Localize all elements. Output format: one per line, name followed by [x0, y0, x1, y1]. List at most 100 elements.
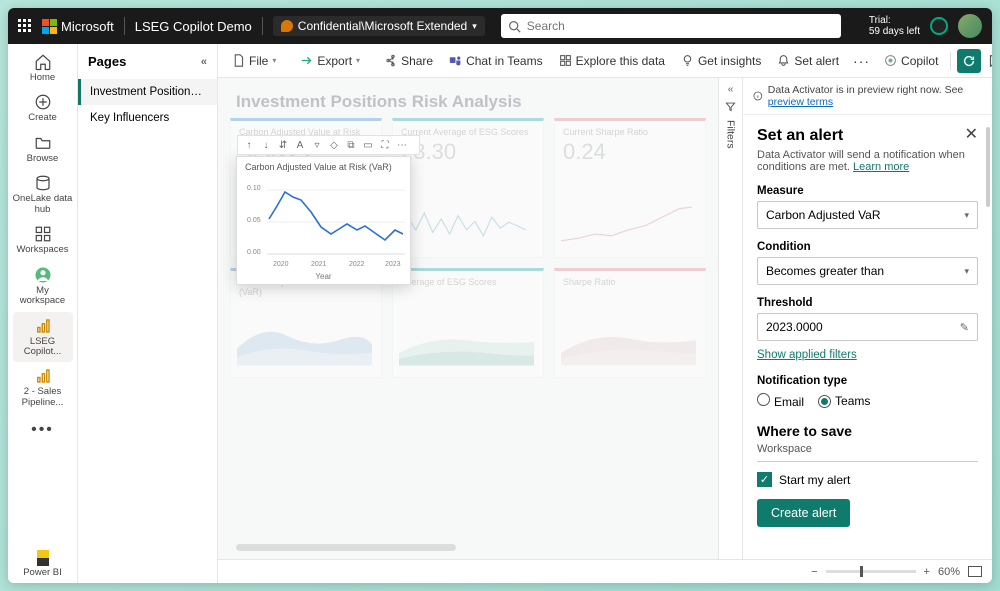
drill-up-icon[interactable]: ↑: [241, 137, 257, 153]
focused-visual[interactable]: ↑ ↓ ⇵ А ▿ ◇ ⧉ ▭ ⛶ ⋯ Carbon Adjusted Valu…: [236, 156, 411, 285]
zoom-out-button[interactable]: −: [811, 566, 817, 578]
rail-workspaces[interactable]: Workspaces: [13, 220, 73, 260]
divider: [262, 17, 263, 35]
rail-home[interactable]: Home: [13, 48, 73, 88]
app-launcher-icon[interactable]: [18, 19, 32, 33]
chat-teams-button[interactable]: Chat in Teams: [443, 50, 548, 72]
chevron-down-icon: ▾: [964, 210, 969, 221]
chart-xlabel: Year: [237, 272, 410, 284]
hierarchy-icon[interactable]: А: [292, 137, 308, 153]
filter-icon[interactable]: ▿: [309, 137, 325, 153]
refresh-button[interactable]: [957, 49, 981, 73]
insights-button[interactable]: Get insights: [675, 50, 767, 72]
page-item-investment-risk[interactable]: Investment Positions Ri...: [78, 79, 217, 105]
start-alert-checkbox[interactable]: ✓: [757, 472, 772, 487]
learn-more-link[interactable]: Learn more: [853, 161, 909, 173]
collapse-pages-icon[interactable]: «: [201, 56, 207, 68]
viz-tile[interactable]: Sharpe Ratio: [554, 268, 706, 378]
rail-my-workspace[interactable]: My workspace: [13, 261, 73, 312]
bell-icon: [777, 54, 790, 67]
preview-terms-link[interactable]: preview terms: [768, 96, 833, 108]
funnel-icon: [725, 101, 736, 112]
grid-icon: [34, 225, 52, 243]
measure-label: Measure: [757, 185, 978, 197]
rail-sales-pipeline[interactable]: 2 - Sales Pipeline...: [13, 362, 73, 413]
condition-select[interactable]: Becomes greater than▾: [757, 257, 978, 285]
zoom-in-button[interactable]: +: [924, 566, 930, 578]
set-alert-button[interactable]: Set alert: [771, 50, 845, 72]
share-button[interactable]: Share: [378, 50, 439, 72]
folder-icon: [34, 134, 52, 152]
rail-create[interactable]: Create: [13, 88, 73, 128]
home-icon: [34, 53, 52, 71]
zoom-slider[interactable]: [826, 570, 916, 573]
report-canvas[interactable]: Investment Positions Risk Analysis Carbo…: [218, 78, 718, 559]
close-icon[interactable]: ✕: [965, 127, 978, 143]
svg-text:0.00: 0.00: [247, 249, 261, 256]
fit-to-page-icon[interactable]: [968, 566, 982, 577]
file-menu[interactable]: File▾: [226, 50, 282, 72]
horizontal-scrollbar[interactable]: [236, 544, 456, 551]
viz-tile[interactable]: Average of ESG Scores: [392, 268, 544, 378]
bookmark-button[interactable]: ▾: [985, 49, 992, 73]
rail-powerbi[interactable]: Power BI: [13, 539, 73, 583]
svg-text:2023: 2023: [385, 261, 401, 268]
workspace-label[interactable]: Workspace: [757, 439, 978, 462]
rail-more[interactable]: •••: [31, 413, 54, 447]
export-icon: [300, 54, 313, 67]
pin-icon[interactable]: ◇: [326, 137, 342, 153]
radio-teams[interactable]: Teams: [818, 394, 870, 408]
report-icon: [34, 367, 52, 385]
presence-icon[interactable]: [930, 17, 948, 35]
copy-icon[interactable]: ⧉: [343, 137, 359, 153]
database-icon: [34, 174, 52, 192]
search-input[interactable]: [501, 14, 841, 38]
info-icon: [753, 90, 763, 102]
pages-pane: Pages « Investment Positions Ri... Key I…: [78, 44, 218, 583]
nav-rail: Home Create Browse OneLake data hub Work…: [8, 44, 78, 583]
refresh-icon: [962, 54, 976, 68]
confidentiality-label: Confidential\Microsoft Extended: [298, 19, 467, 33]
create-alert-button[interactable]: Create alert: [757, 499, 850, 527]
divider: [124, 17, 125, 35]
shield-icon: [281, 20, 293, 32]
copilot-button[interactable]: Copilot: [878, 50, 944, 72]
chart-title: Carbon Adjusted Value at Risk (VaR): [237, 157, 410, 172]
title-bar: Microsoft LSEG Copilot Demo Confidential…: [8, 8, 992, 44]
expand-icon[interactable]: ⇵: [275, 137, 291, 153]
viz-tile[interactable]: Current Sharpe Ratio0.24: [554, 118, 706, 258]
measure-select[interactable]: Carbon Adjusted VaR▾: [757, 201, 978, 229]
more-icon[interactable]: ⋯: [394, 137, 410, 153]
svg-text:2020: 2020: [273, 261, 289, 268]
filters-pane-collapsed[interactable]: « Filters: [718, 78, 742, 559]
drill-down-icon[interactable]: ↓: [258, 137, 274, 153]
report-icon: [34, 317, 52, 335]
page-item-key-influencers[interactable]: Key Influencers: [78, 105, 217, 131]
rail-lseg-copilot[interactable]: LSEG Copilot...: [13, 312, 73, 363]
applied-filters-link[interactable]: Show applied filters: [757, 349, 857, 361]
toolbar-overflow[interactable]: ···: [849, 51, 874, 71]
rail-onelake[interactable]: OneLake data hub: [13, 169, 73, 220]
report-title: Investment Positions Risk Analysis: [236, 92, 522, 112]
spotlight-icon[interactable]: ▭: [360, 137, 376, 153]
line-chart: 0.10 0.05 0.00 2020 2021 2022 2023: [237, 172, 412, 272]
explore-button[interactable]: Explore this data: [553, 50, 671, 72]
avatar[interactable]: [958, 14, 982, 38]
svg-text:0.05: 0.05: [247, 217, 261, 224]
confidentiality-dropdown[interactable]: Confidential\Microsoft Extended ▾: [273, 16, 485, 36]
status-bar: − + 60%: [218, 559, 992, 583]
trial-status: Trial: 59 days left: [869, 15, 920, 38]
chevron-left-icon: «: [728, 84, 734, 95]
share-icon: [384, 54, 397, 67]
threshold-input[interactable]: 2023.0000 ✎: [757, 313, 978, 341]
pencil-icon: ✎: [960, 321, 969, 334]
copilot-icon: [884, 54, 897, 67]
pages-heading: Pages: [88, 54, 126, 69]
app-title: LSEG Copilot Demo: [135, 19, 252, 34]
rail-browse[interactable]: Browse: [13, 129, 73, 169]
export-menu[interactable]: Export▾: [294, 50, 366, 72]
where-to-save-heading: Where to save: [757, 423, 978, 439]
focus-icon[interactable]: ⛶: [377, 137, 393, 153]
radio-email[interactable]: Email: [757, 393, 804, 409]
report-toolbar: File▾ Export▾ Share Chat in Teams: [218, 44, 992, 78]
